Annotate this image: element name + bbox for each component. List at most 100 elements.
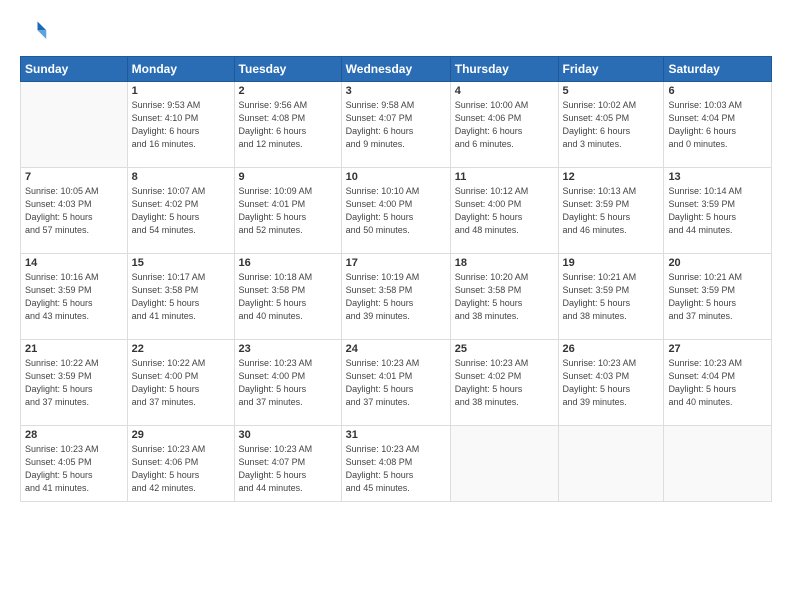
calendar-week-5: 28 Sunrise: 10:23 AM Sunset: 4:05 PM Dayl… — [21, 426, 772, 502]
day-number: 6 — [668, 85, 767, 97]
weekday-header-monday: Monday — [127, 57, 234, 82]
day-number: 21 — [25, 343, 123, 355]
weekday-header-wednesday: Wednesday — [341, 57, 450, 82]
day-info: Sunrise: 10:23 AM Sunset: 4:06 PM Daylig… — [132, 443, 230, 495]
day-number: 5 — [563, 85, 660, 97]
day-info: Sunrise: 10:23 AM Sunset: 4:08 PM Daylig… — [346, 443, 446, 495]
calendar-cell: 20 Sunrise: 10:21 AM Sunset: 3:59 PM Dayl… — [664, 254, 772, 340]
day-number: 22 — [132, 343, 230, 355]
calendar-cell: 10 Sunrise: 10:10 AM Sunset: 4:00 PM Dayl… — [341, 168, 450, 254]
calendar-table: SundayMondayTuesdayWednesdayThursdayFrid… — [20, 56, 772, 502]
calendar-cell — [558, 426, 664, 502]
day-info: Sunrise: 10:19 AM Sunset: 3:58 PM Daylig… — [346, 271, 446, 323]
day-number: 20 — [668, 257, 767, 269]
day-number: 17 — [346, 257, 446, 269]
day-info: Sunrise: 10:22 AM Sunset: 3:59 PM Daylig… — [25, 357, 123, 409]
calendar-cell: 7Sunrise: 10:05 AM Sunset: 4:03 PM Dayli… — [21, 168, 128, 254]
calendar-cell: 24 Sunrise: 10:23 AM Sunset: 4:01 PM Dayl… — [341, 340, 450, 426]
day-number: 26 — [563, 343, 660, 355]
calendar-cell: 21 Sunrise: 10:22 AM Sunset: 3:59 PM Dayl… — [21, 340, 128, 426]
calendar-cell: 3 Sunrise: 9:58 AM Sunset: 4:07 PM Daylig… — [341, 82, 450, 168]
calendar-cell — [450, 426, 558, 502]
calendar-cell: 6 Sunrise: 10:03 AM Sunset: 4:04 PM Dayli… — [664, 82, 772, 168]
day-info: Sunrise: 10:18 AM Sunset: 3:58 PM Daylig… — [239, 271, 337, 323]
day-number: 29 — [132, 429, 230, 441]
calendar-cell: 17 Sunrise: 10:19 AM Sunset: 3:58 PM Dayl… — [341, 254, 450, 340]
day-number: 9 — [239, 171, 337, 183]
calendar-cell: 27 Sunrise: 10:23 AM Sunset: 4:04 PM Dayl… — [664, 340, 772, 426]
day-info: Sunrise: 10:23 AM Sunset: 4:02 PM Daylig… — [455, 357, 554, 409]
calendar-cell: 13 Sunrise: 10:14 AM Sunset: 3:59 PM Dayl… — [664, 168, 772, 254]
day-info: Sunrise: 10:10 AM Sunset: 4:00 PM Daylig… — [346, 185, 446, 237]
day-number: 13 — [668, 171, 767, 183]
calendar-cell: 30Sunrise: 10:23 AM Sunset: 4:07 PM Dayl… — [234, 426, 341, 502]
calendar-cell: 2 Sunrise: 9:56 AM Sunset: 4:08 PM Daylig… — [234, 82, 341, 168]
day-info: Sunrise: 10:12 AM Sunset: 4:00 PM Daylig… — [455, 185, 554, 237]
day-number: 31 — [346, 429, 446, 441]
calendar-cell: 19Sunrise: 10:21 AM Sunset: 3:59 PM Dayl… — [558, 254, 664, 340]
calendar-cell: 25 Sunrise: 10:23 AM Sunset: 4:02 PM Dayl… — [450, 340, 558, 426]
day-info: Sunrise: 10:05 AM Sunset: 4:03 PM Daylig… — [25, 185, 123, 237]
calendar-week-1: 1 Sunrise: 9:53 AM Sunset: 4:10 PM Daylig… — [21, 82, 772, 168]
day-info: Sunrise: 9:53 AM Sunset: 4:10 PM Dayligh… — [132, 99, 230, 151]
day-info: Sunrise: 10:22 AM Sunset: 4:00 PM Daylig… — [132, 357, 230, 409]
day-info: Sunrise: 10:17 AM Sunset: 3:58 PM Daylig… — [132, 271, 230, 323]
day-info: Sunrise: 10:02 AM Sunset: 4:05 PM Daylig… — [563, 99, 660, 151]
day-number: 16 — [239, 257, 337, 269]
calendar-cell: 22 Sunrise: 10:22 AM Sunset: 4:00 PM Dayl… — [127, 340, 234, 426]
day-info: Sunrise: 10:23 AM Sunset: 4:00 PM Daylig… — [239, 357, 337, 409]
day-number: 25 — [455, 343, 554, 355]
day-info: Sunrise: 9:58 AM Sunset: 4:07 PM Dayligh… — [346, 99, 446, 151]
day-number: 12 — [563, 171, 660, 183]
day-info: Sunrise: 10:23 AM Sunset: 4:05 PM Daylig… — [25, 443, 123, 495]
logo — [20, 18, 52, 46]
calendar-cell: 14Sunrise: 10:16 AM Sunset: 3:59 PM Dayl… — [21, 254, 128, 340]
calendar-cell: 16 Sunrise: 10:18 AM Sunset: 3:58 PM Dayl… — [234, 254, 341, 340]
day-number: 15 — [132, 257, 230, 269]
day-number: 4 — [455, 85, 554, 97]
calendar-week-4: 21 Sunrise: 10:22 AM Sunset: 3:59 PM Dayl… — [21, 340, 772, 426]
calendar-cell: 28 Sunrise: 10:23 AM Sunset: 4:05 PM Dayl… — [21, 426, 128, 502]
calendar-week-3: 14Sunrise: 10:16 AM Sunset: 3:59 PM Dayl… — [21, 254, 772, 340]
calendar-cell — [664, 426, 772, 502]
day-info: Sunrise: 10:20 AM Sunset: 3:58 PM Daylig… — [455, 271, 554, 323]
calendar-cell: 9Sunrise: 10:09 AM Sunset: 4:01 PM Dayli… — [234, 168, 341, 254]
day-info: Sunrise: 10:16 AM Sunset: 3:59 PM Daylig… — [25, 271, 123, 323]
day-info: Sunrise: 10:23 AM Sunset: 4:03 PM Daylig… — [563, 357, 660, 409]
calendar-week-2: 7Sunrise: 10:05 AM Sunset: 4:03 PM Dayli… — [21, 168, 772, 254]
calendar-cell: 18Sunrise: 10:20 AM Sunset: 3:58 PM Dayl… — [450, 254, 558, 340]
day-info: Sunrise: 10:13 AM Sunset: 3:59 PM Daylig… — [563, 185, 660, 237]
day-number: 1 — [132, 85, 230, 97]
day-number: 11 — [455, 171, 554, 183]
calendar-cell: 11 Sunrise: 10:12 AM Sunset: 4:00 PM Dayl… — [450, 168, 558, 254]
day-number: 19 — [563, 257, 660, 269]
day-info: Sunrise: 10:07 AM Sunset: 4:02 PM Daylig… — [132, 185, 230, 237]
logo-icon — [20, 18, 48, 46]
day-info: Sunrise: 10:23 AM Sunset: 4:01 PM Daylig… — [346, 357, 446, 409]
day-number: 24 — [346, 343, 446, 355]
day-info: Sunrise: 10:00 AM Sunset: 4:06 PM Daylig… — [455, 99, 554, 151]
weekday-header-tuesday: Tuesday — [234, 57, 341, 82]
day-number: 2 — [239, 85, 337, 97]
day-number: 27 — [668, 343, 767, 355]
weekday-header-friday: Friday — [558, 57, 664, 82]
calendar-cell: 15 Sunrise: 10:17 AM Sunset: 3:58 PM Dayl… — [127, 254, 234, 340]
day-number: 28 — [25, 429, 123, 441]
calendar-cell: 5 Sunrise: 10:02 AM Sunset: 4:05 PM Dayli… — [558, 82, 664, 168]
day-number: 8 — [132, 171, 230, 183]
day-info: Sunrise: 10:23 AM Sunset: 4:07 PM Daylig… — [239, 443, 337, 495]
day-info: Sunrise: 10:21 AM Sunset: 3:59 PM Daylig… — [668, 271, 767, 323]
day-info: Sunrise: 10:23 AM Sunset: 4:04 PM Daylig… — [668, 357, 767, 409]
day-info: Sunrise: 10:14 AM Sunset: 3:59 PM Daylig… — [668, 185, 767, 237]
header — [20, 18, 772, 46]
day-info: Sunrise: 9:56 AM Sunset: 4:08 PM Dayligh… — [239, 99, 337, 151]
calendar-cell — [21, 82, 128, 168]
calendar-cell: 23Sunrise: 10:23 AM Sunset: 4:00 PM Dayl… — [234, 340, 341, 426]
day-number: 3 — [346, 85, 446, 97]
day-info: Sunrise: 10:03 AM Sunset: 4:04 PM Daylig… — [668, 99, 767, 151]
calendar-cell: 26 Sunrise: 10:23 AM Sunset: 4:03 PM Dayl… — [558, 340, 664, 426]
page: SundayMondayTuesdayWednesdayThursdayFrid… — [0, 0, 792, 612]
day-number: 10 — [346, 171, 446, 183]
calendar-cell: 12 Sunrise: 10:13 AM Sunset: 3:59 PM Dayl… — [558, 168, 664, 254]
calendar-cell: 29 Sunrise: 10:23 AM Sunset: 4:06 PM Dayl… — [127, 426, 234, 502]
